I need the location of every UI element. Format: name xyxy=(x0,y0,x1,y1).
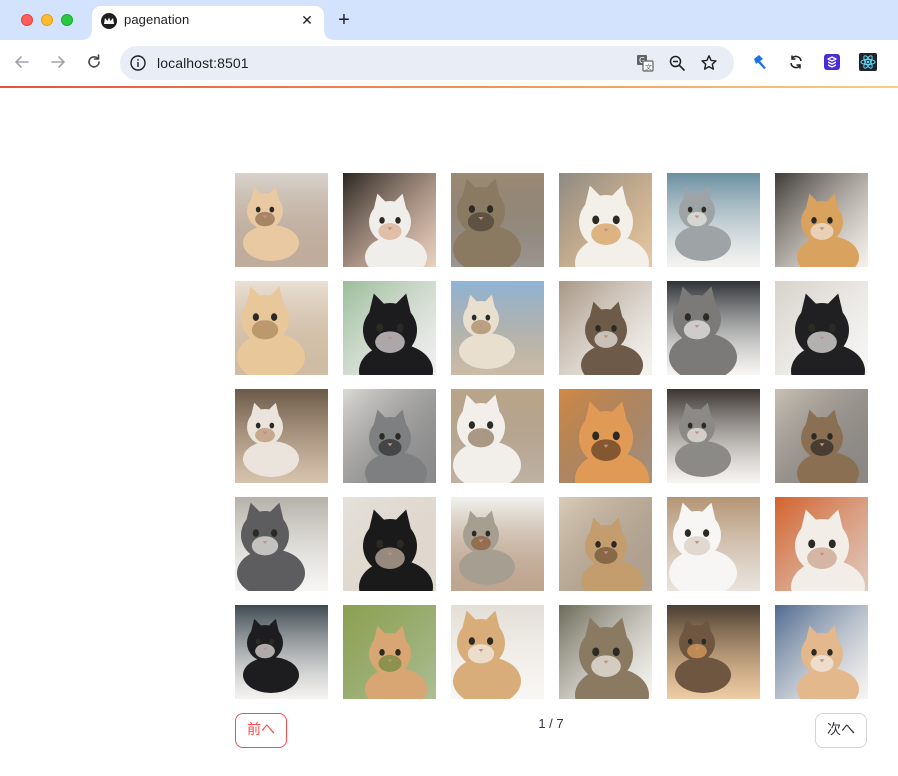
cat-photo-cat-tower xyxy=(235,173,328,267)
reload-icon[interactable] xyxy=(84,52,104,72)
site-info-icon[interactable] xyxy=(129,54,147,72)
new-tab-button[interactable]: + xyxy=(335,9,353,31)
cat-photo-tuxedo-standing xyxy=(775,281,868,375)
cat-photo-cream-bath xyxy=(451,605,544,699)
cat-photo-orange-tilted xyxy=(559,389,652,483)
maximize-window-button[interactable] xyxy=(61,14,73,26)
cat-photo-orange-cat xyxy=(775,173,868,267)
url-text[interactable]: localhost:8501 xyxy=(157,55,249,71)
address-bar[interactable]: localhost:8501 G文 xyxy=(120,46,734,80)
cat-photo-fold-box xyxy=(667,389,760,483)
cat-photo-cream-cat xyxy=(235,281,328,375)
browser-tabstrip: pagenation ✕ + xyxy=(0,0,898,40)
cat-photo-cream-blanket xyxy=(775,605,868,699)
cat-photo-tabby-window xyxy=(775,389,868,483)
translate-icon[interactable]: G文 xyxy=(636,54,654,72)
cat-photo-white-cat-petted xyxy=(343,173,436,267)
cat-photo-black-cat-blanket xyxy=(343,281,436,375)
bookmark-star-icon[interactable] xyxy=(700,54,718,72)
cat-photo-scottish-fold xyxy=(559,173,652,267)
cat-photo-grey-tabby-lying xyxy=(667,173,760,267)
cat-photo-grey-cat-box xyxy=(451,497,544,591)
cat-photo-fluffy-white xyxy=(775,497,868,591)
extension-stack-icon[interactable] xyxy=(823,53,841,71)
extension-hammer-icon[interactable] xyxy=(751,53,769,71)
cat-image-grid xyxy=(235,173,868,699)
forward-arrow-icon[interactable] xyxy=(48,52,68,72)
browser-tab-active[interactable]: pagenation ✕ xyxy=(83,6,333,40)
extension-sync-icon[interactable] xyxy=(787,53,805,71)
cat-photo-silver-tabby xyxy=(343,389,436,483)
page-load-progress-bar xyxy=(0,86,898,88)
cat-photo-calico-sky xyxy=(451,281,544,375)
svg-text:文: 文 xyxy=(645,63,652,72)
cat-photo-cat-scratcher xyxy=(559,497,652,591)
minimize-window-button[interactable] xyxy=(41,14,53,26)
streamlit-favicon-icon xyxy=(101,13,117,29)
cat-photo-sleeping-white xyxy=(235,389,328,483)
cat-photo-tabby-closeup xyxy=(451,173,544,267)
back-arrow-icon[interactable] xyxy=(12,52,32,72)
cat-photo-black-leg xyxy=(343,497,436,591)
browser-toolbar: localhost:8501 G文 xyxy=(0,40,898,86)
cat-photo-tabby-white xyxy=(559,281,652,375)
next-page-button[interactable]: 次へ xyxy=(815,713,867,748)
tab-close-icon[interactable]: ✕ xyxy=(298,11,316,29)
cat-photo-white-sleeping xyxy=(667,497,760,591)
cat-photo-brown-tabby-dark xyxy=(667,605,760,699)
tab-title: pagenation xyxy=(124,12,190,27)
page-indicator: 1 / 7 xyxy=(538,716,564,731)
zoom-out-icon[interactable] xyxy=(668,54,686,72)
cat-photo-maine-coon xyxy=(559,605,652,699)
extension-react-icon[interactable] xyxy=(859,53,877,71)
cat-photo-tuxedo-napping xyxy=(235,605,328,699)
close-window-button[interactable] xyxy=(21,14,33,26)
cat-photo-white-floor xyxy=(451,389,544,483)
previous-page-button[interactable]: 前へ xyxy=(235,713,287,748)
cat-photo-orange-tabby-face xyxy=(343,605,436,699)
cat-photo-grey-white-cushion xyxy=(235,497,328,591)
cat-photo-tabby-stare xyxy=(667,281,760,375)
